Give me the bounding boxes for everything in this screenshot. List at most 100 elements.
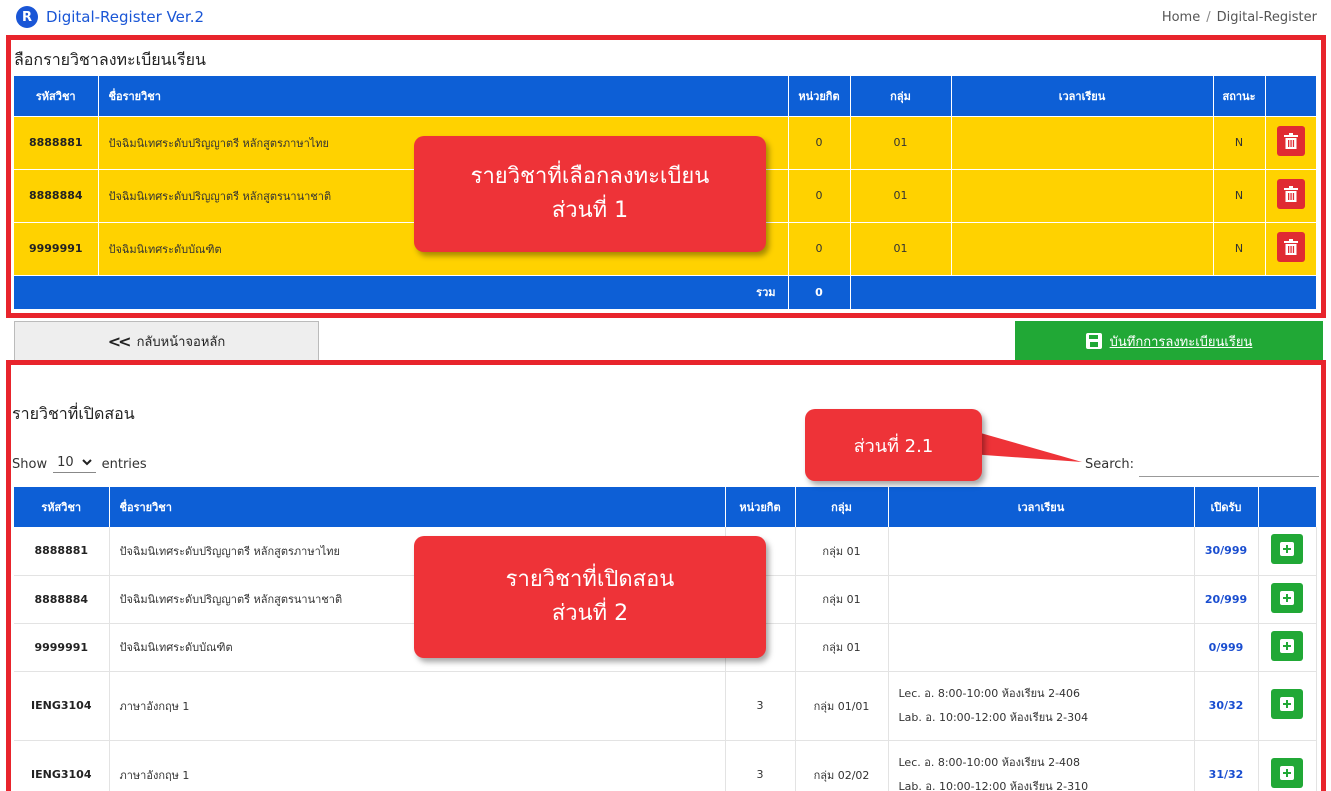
back-to-main-button[interactable]: << กลับหน้าจอหลัก xyxy=(14,321,319,361)
course-seats[interactable]: 20/999 xyxy=(1194,575,1259,624)
course-code: 8888884 xyxy=(14,575,110,624)
col-seats-header[interactable]: เปิดรับ xyxy=(1194,487,1259,527)
col-name-header[interactable]: ชื่อรายวิชา xyxy=(109,487,726,527)
section1-title: ลือกรายวิชาลงทะเบียนเรียน xyxy=(14,50,206,69)
breadcrumb: Home / Digital-Register xyxy=(1162,10,1317,25)
plus-square-icon xyxy=(1280,697,1294,711)
total-credits: 0 xyxy=(788,274,851,309)
course-time xyxy=(951,115,1214,169)
col-group-header[interactable]: กลุ่ม xyxy=(795,487,889,527)
delete-button[interactable] xyxy=(1276,126,1305,156)
entries-label: entries xyxy=(101,456,147,472)
callout-section2-line1: รายวิชาที่เปิดสอน xyxy=(505,567,675,592)
time-line-1: Lec. อ. 8:00-10:00 ห้องเรียน 2-406 xyxy=(898,686,1081,700)
col-code-header[interactable]: รหัสวิชา xyxy=(14,487,110,527)
course-seats[interactable]: 30/999 xyxy=(1194,527,1259,576)
add-cell xyxy=(1258,575,1317,624)
app-title: Digital-Register Ver.2 xyxy=(46,8,205,26)
course-group: กลุ่ม 01 xyxy=(795,623,889,672)
course-seats[interactable]: 31/32 xyxy=(1194,740,1259,791)
trash-icon xyxy=(1283,133,1298,149)
total-filler xyxy=(850,274,1317,309)
total-label: รวม xyxy=(14,274,789,309)
course-status: N xyxy=(1213,115,1266,169)
delete-button[interactable] xyxy=(1276,179,1305,209)
course-code: 9999991 xyxy=(14,623,110,672)
breadcrumb-separator: / xyxy=(1206,10,1211,25)
course-code: 8888884 xyxy=(14,168,99,222)
add-course-button[interactable] xyxy=(1271,582,1303,613)
show-label: Show xyxy=(12,456,48,472)
table-row: IENG3104 ภาษาอังกฤษ 1 3 กลุ่ม 01/01 Lec.… xyxy=(14,671,1317,741)
entries-length-control: Show 10 entries xyxy=(12,455,147,473)
top-bar: R Digital-Register Ver.2 Home / Digital-… xyxy=(0,0,1331,34)
course-code: 8888881 xyxy=(14,115,99,169)
callout-pointer xyxy=(970,430,1082,462)
col-group-header: กลุ่ม xyxy=(850,76,952,116)
breadcrumb-current: Digital-Register xyxy=(1216,10,1317,25)
add-cell xyxy=(1258,671,1317,741)
double-chevron-left-icon: << xyxy=(107,331,132,351)
time-line-2: Lab. อ. 10:00-12:00 ห้องเรียน 2-304 xyxy=(898,710,1089,724)
course-time xyxy=(888,575,1195,624)
course-name: ภาษาอังกฤษ 1 xyxy=(109,740,726,791)
delete-cell xyxy=(1265,221,1317,275)
table-header-row: รหัสวิชา ชื่อรายวิชา หน่วยกิต กลุ่ม เวลา… xyxy=(14,487,1317,527)
breadcrumb-home[interactable]: Home xyxy=(1162,10,1200,25)
course-code: IENG3104 xyxy=(14,671,110,741)
course-seats[interactable]: 30/32 xyxy=(1194,671,1259,741)
r-logo-icon: R xyxy=(16,6,38,28)
add-course-button[interactable] xyxy=(1271,630,1303,661)
course-credits: 0 xyxy=(788,221,851,275)
course-group: 01 xyxy=(850,115,952,169)
add-course-button[interactable] xyxy=(1271,534,1303,565)
trash-icon xyxy=(1283,239,1298,255)
course-time: Lec. อ. 8:00-10:00 ห้องเรียน 2-408 Lab. … xyxy=(888,740,1195,791)
course-group: กลุ่ม 01/01 xyxy=(795,671,889,741)
table-row: IENG3104 ภาษาอังกฤษ 1 3 กลุ่ม 02/02 Lec.… xyxy=(14,740,1317,791)
col-credits-header: หน่วยกิต xyxy=(788,76,851,116)
trash-icon xyxy=(1283,186,1298,202)
course-code: IENG3104 xyxy=(14,740,110,791)
add-cell xyxy=(1258,740,1317,791)
brand[interactable]: R Digital-Register Ver.2 xyxy=(16,6,204,28)
time-line-2: Lab. อ. 10:00-12:00 ห้องเรียน 2-310 xyxy=(898,779,1089,791)
col-status-header: สถานะ xyxy=(1213,76,1266,116)
course-group: กลุ่ม 02/02 xyxy=(795,740,889,791)
course-group: 01 xyxy=(850,221,952,275)
course-seats[interactable]: 0/999 xyxy=(1194,623,1259,672)
course-credits: 0 xyxy=(788,168,851,222)
course-credits: 3 xyxy=(725,740,796,791)
callout-section2: รายวิชาที่เปิดสอน ส่วนที่ 2 xyxy=(414,536,766,658)
save-registration-button[interactable]: บันทึกการลงทะเบียนเรียน xyxy=(1015,321,1323,361)
col-name-header: ชื่อรายวิชา xyxy=(98,76,789,116)
search-label: Search: xyxy=(1085,457,1135,472)
col-time-header: เวลาเรียน xyxy=(951,76,1214,116)
course-status: N xyxy=(1213,221,1266,275)
add-course-button[interactable] xyxy=(1271,689,1303,719)
add-course-button[interactable] xyxy=(1271,758,1303,788)
delete-cell xyxy=(1265,168,1317,222)
course-code: 8888881 xyxy=(14,527,110,576)
table-header-row: รหัสวิชา ชื่อรายวิชา หน่วยกิต กลุ่ม เวลา… xyxy=(14,76,1317,116)
search-input[interactable] xyxy=(1139,455,1319,477)
course-time xyxy=(888,527,1195,576)
course-status: N xyxy=(1213,168,1266,222)
course-group: กลุ่ม 01 xyxy=(795,575,889,624)
delete-cell xyxy=(1265,115,1317,169)
callout-section1: รายวิชาที่เลือกลงทะเบียน ส่วนที่ 1 xyxy=(414,136,766,252)
course-time: Lec. อ. 8:00-10:00 ห้องเรียน 2-406 Lab. … xyxy=(888,671,1195,741)
total-row: รวม 0 xyxy=(14,274,1317,309)
delete-button[interactable] xyxy=(1276,232,1305,262)
col-code-header: รหัสวิชา xyxy=(14,76,99,116)
course-group: กลุ่ม 01 xyxy=(795,527,889,576)
callout-section2-line2: ส่วนที่ 2 xyxy=(551,601,629,626)
back-button-label: กลับหน้าจอหลัก xyxy=(136,334,226,350)
callout-section1-line1: รายวิชาที่เลือกลงทะเบียน xyxy=(470,164,710,189)
plus-square-icon xyxy=(1280,638,1294,653)
col-credits-header[interactable]: หน่วยกิต xyxy=(725,487,796,527)
entries-select[interactable]: 10 xyxy=(53,455,96,473)
callout-section2-1: ส่วนที่ 2.1 xyxy=(805,409,982,481)
plus-square-icon xyxy=(1280,766,1294,780)
col-time-header[interactable]: เวลาเรียน xyxy=(888,487,1195,527)
